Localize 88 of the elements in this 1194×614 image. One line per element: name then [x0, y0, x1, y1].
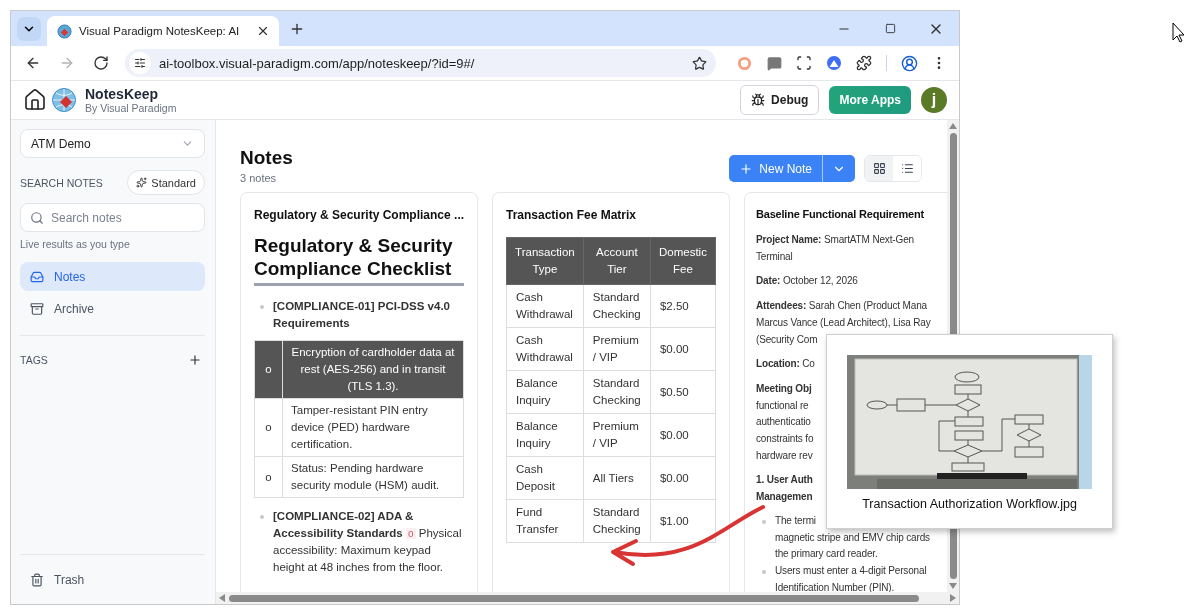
page-title: Notes [240, 147, 293, 169]
paragraph: Location: Co [756, 357, 815, 372]
list-item-text: The termi magnetic stripe and EMV chip cards the primary card reader. [775, 513, 930, 562]
user-avatar[interactable]: j [921, 87, 947, 113]
note-title: Baseline Functional Requirement [756, 208, 924, 220]
table-cell: Fund Transfer [506, 499, 584, 543]
scrollbar-thumb[interactable] [229, 594, 919, 602]
scroll-right-icon[interactable] [950, 594, 956, 602]
app-name: NotesKeep [85, 85, 160, 102]
list-item-text: Users must enter a 4-digit Personal Identification Number (PIN). [775, 563, 927, 592]
table-cell: Cash Deposit [506, 456, 584, 500]
table-cell: Status: Pending hardware security module (HSM) audit. [282, 456, 464, 498]
paragraph: Attendees: Sarah Chen (Product Mana Marcus Vance (Lead Architect), Lisa Ray (Security Com [756, 299, 931, 347]
bullet-icon [762, 569, 766, 574]
notebook-select[interactable]: ATM Demo [20, 129, 205, 158]
list-item-text: [COMPLIANCE-02] ADA & Accessibility Standards o Physical accessibility: Maximum keypad height at 48 inches from the floor. [273, 509, 463, 575]
cursor-icon [1172, 22, 1185, 43]
table-cell: $0.00 [650, 327, 716, 371]
bug-icon [751, 93, 766, 107]
section-label: SEARCH NOTES [20, 176, 103, 189]
table-cell: All Tiers [583, 456, 651, 500]
table-cell: Cash Withdrawal [506, 327, 584, 371]
address-bar[interactable]: ai-toolbox.visual-paradigm.com/app/noteskeep/?id=9#/ [125, 49, 716, 77]
section-heading: 1. User Auth Managemen [756, 473, 813, 505]
app-byline: By Visual Paradigm [85, 102, 177, 115]
scroll-left-icon[interactable] [219, 594, 225, 602]
table-cell: o [254, 456, 283, 498]
note-count: 3 notes [240, 172, 278, 184]
column-header: Domestic Fee [650, 237, 716, 285]
table-cell: Premium / VIP [583, 413, 651, 457]
section-label: TAGS [20, 354, 48, 366]
search-hint: Live results as you type [20, 238, 131, 250]
nav-item[interactable]: Notes [20, 262, 205, 291]
table-cell: Cash Withdrawal [506, 284, 584, 328]
table-cell: $1.00 [650, 499, 716, 543]
note-title: Regulatory & Security Compliance ... [254, 208, 465, 222]
table-cell: $0.50 [650, 370, 716, 414]
browser-tab[interactable]: Visual Paradigm NotesKeep: AI [47, 16, 279, 46]
new-note-button[interactable]: New Note [729, 155, 822, 182]
table-cell: o [254, 398, 283, 457]
table-cell: $2.50 [650, 284, 716, 328]
table-cell: Balance Inquiry [506, 370, 584, 414]
nav-item[interactable]: Trash [20, 565, 205, 594]
search-mode-button[interactable]: Standard [127, 170, 205, 195]
list-item-text: [COMPLIANCE-01] PCI-DSS v4.0 Requirements [273, 299, 451, 331]
scroll-down-icon[interactable] [949, 583, 957, 589]
tab-list-button[interactable] [17, 17, 41, 41]
table-cell: $0.00 [650, 456, 716, 500]
table-cell: Standard Checking [583, 284, 651, 328]
url-text: ai-toolbox.visual-paradigm.com/app/noteskeep/?id=9#/ [159, 55, 476, 71]
new-note-menu-button[interactable] [822, 155, 855, 182]
paragraph: Project Name: SmartATM Next-Gen Terminal [756, 233, 914, 264]
scroll-up-icon[interactable] [949, 123, 957, 129]
table-cell: Encryption of cardholder data at rest (AES-256) and in transit (TLS 1.3). [282, 340, 464, 399]
table-cell: $0.00 [650, 413, 716, 457]
globe-icon [57, 23, 72, 39]
column-header: Transaction Type [506, 237, 584, 285]
table-cell: Premium / VIP [583, 327, 651, 371]
inbox-icon [30, 269, 44, 284]
tab-title: Visual Paradigm NotesKeep: AI [79, 25, 241, 37]
sparkle-icon [136, 177, 148, 188]
table-cell: o [254, 340, 283, 399]
image-caption: Transaction Authorization Workflow.jpg [862, 497, 1077, 511]
paragraph: Meeting Obj functional re authenticatio constraints fo hardware rev [756, 381, 814, 463]
paragraph: Date: October 12, 2026 [756, 274, 858, 289]
table-cell: Standard Checking [583, 370, 651, 414]
column-header: Account Tier [583, 237, 651, 285]
debug-button[interactable]: Debug [740, 85, 820, 115]
logo-icon [51, 87, 77, 113]
note-title: Transaction Fee Matrix [506, 208, 637, 222]
table-cell: Standard Checking [583, 499, 651, 543]
grid-view-icon[interactable] [865, 156, 893, 181]
bullet-icon [260, 515, 264, 519]
home-icon[interactable] [23, 88, 47, 112]
table-cell: Balance Inquiry [506, 413, 584, 457]
search-icon [30, 211, 44, 225]
plus-icon [739, 161, 754, 176]
note-card[interactable] [492, 192, 730, 592]
trash-icon [30, 572, 44, 587]
bullet-icon [762, 519, 766, 524]
note-card[interactable] [240, 192, 478, 592]
site-settings-icon[interactable] [129, 52, 151, 74]
archive-box-icon [30, 301, 44, 316]
note-heading: Regulatory & Security Compliance Checklist [254, 234, 464, 286]
search-field[interactable]: Search notes [20, 203, 205, 232]
bullet-icon [260, 305, 264, 309]
nav-item[interactable]: Archive [20, 294, 205, 323]
table-cell: Tamper-resistant PIN entry device (PED) hardware certification. [282, 398, 464, 457]
